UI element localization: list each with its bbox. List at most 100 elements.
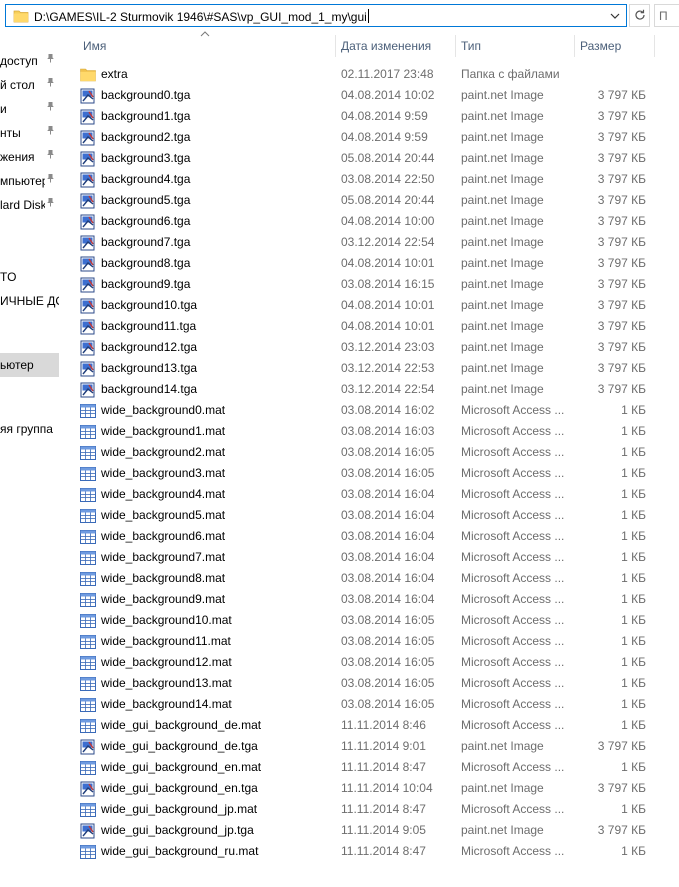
- file-row[interactable]: wide_background11.mat 03.08.2014 16:05 Mic…: [64, 631, 679, 652]
- nav-item[interactable]: и: [0, 97, 59, 121]
- pin-icon[interactable]: [45, 97, 56, 121]
- file-date: 03.08.2014 22:50: [341, 172, 435, 186]
- chevron-down-icon[interactable]: [604, 5, 626, 26]
- file-row[interactable]: wide_gui_background_jp.tga 11.11.2014 9:0…: [64, 820, 679, 841]
- file-row[interactable]: background6.tga 04.08.2014 10:00 paint.net…: [64, 211, 679, 232]
- nav-item[interactable]: жения: [0, 145, 59, 169]
- file-size: 3 797 КБ: [597, 235, 646, 249]
- refresh-button[interactable]: [629, 4, 650, 27]
- nav-item[interactable]: й стол: [0, 73, 59, 97]
- nav-item[interactable]: lard Disk: [0, 193, 59, 217]
- nav-item[interactable]: доступ: [0, 49, 59, 73]
- file-size: 1 КБ: [621, 718, 646, 732]
- nav-item[interactable]: мпьютер: [0, 169, 59, 193]
- file-row[interactable]: background2.tga 04.08.2014 9:59 paint.net …: [64, 127, 679, 148]
- file-row[interactable]: wide_gui_background_de.tga 11.11.2014 9:0…: [64, 736, 679, 757]
- nav-item[interactable]: ьютер: [0, 353, 59, 377]
- table-file-icon: [80, 421, 98, 442]
- nav-item[interactable]: [0, 217, 59, 241]
- column-header-date[interactable]: Дата изменения: [335, 35, 455, 57]
- pin-icon[interactable]: [45, 145, 56, 169]
- file-row[interactable]: wide_background12.mat 03.08.2014 16:05 Mic…: [64, 652, 679, 673]
- file-type: Microsoft Access ...: [461, 844, 565, 858]
- file-row[interactable]: wide_gui_background_en.mat 11.11.2014 8:4…: [64, 757, 679, 778]
- file-size: 3 797 КБ: [597, 823, 646, 837]
- file-row[interactable]: wide_gui_background_ru.mat 11.11.2014 8:4…: [64, 841, 679, 862]
- file-date: 11.11.2014 8:46: [341, 718, 426, 732]
- file-type: paint.net Image: [461, 214, 544, 228]
- file-row[interactable]: background11.tga 04.08.2014 10:01 paint.ne…: [64, 316, 679, 337]
- file-type: Папка с файлами: [461, 67, 560, 81]
- file-row[interactable]: wide_gui_background_de.mat 11.11.2014 8:4…: [64, 715, 679, 736]
- file-type: paint.net Image: [461, 340, 544, 354]
- address-row: D:\GAMES\IL-2 Sturmovik 1946\#SAS\vp_GUI…: [0, 0, 679, 31]
- file-row[interactable]: wide_background6.mat 03.08.2014 16:04 Micr…: [64, 526, 679, 547]
- file-row[interactable]: wide_background2.mat 03.08.2014 16:05 Micr…: [64, 442, 679, 463]
- file-name: wide_background2.mat: [101, 445, 226, 459]
- file-row[interactable]: extra 02.11.2017 23:48 Папка с файлами: [64, 64, 679, 85]
- address-bar[interactable]: D:\GAMES\IL-2 Sturmovik 1946\#SAS\vp_GUI…: [5, 4, 627, 27]
- file-row[interactable]: wide_background8.mat 03.08.2014 16:04 Micr…: [64, 568, 679, 589]
- file-row[interactable]: background14.tga 03.12.2014 22:54 paint.ne…: [64, 379, 679, 400]
- nav-item[interactable]: нты: [0, 121, 59, 145]
- nav-item-label: ИЧНЫЕ ДО: [0, 294, 59, 308]
- file-row[interactable]: background3.tga 05.08.2014 20:44 paint.net…: [64, 148, 679, 169]
- nav-item[interactable]: TO: [0, 265, 59, 289]
- file-row[interactable]: wide_background5.mat 03.08.2014 16:04 Micr…: [64, 505, 679, 526]
- image-file-icon: [80, 274, 98, 295]
- file-row[interactable]: background13.tga 03.12.2014 22:53 paint.ne…: [64, 358, 679, 379]
- file-row[interactable]: wide_gui_background_jp.mat 11.11.2014 8:4…: [64, 799, 679, 820]
- file-date: 04.08.2014 9:59: [341, 109, 428, 123]
- file-date: 03.08.2014 16:04: [341, 550, 435, 564]
- nav-item[interactable]: [0, 377, 59, 401]
- file-type: Microsoft Access ...: [461, 802, 565, 816]
- nav-item[interactable]: яя группа: [0, 417, 59, 441]
- file-row[interactable]: wide_background13.mat 03.08.2014 16:05 Mic…: [64, 673, 679, 694]
- file-size: 1 КБ: [621, 802, 646, 816]
- pin-icon[interactable]: [45, 169, 56, 193]
- file-row[interactable]: background5.tga 05.08.2014 20:44 paint.net…: [64, 190, 679, 211]
- file-row[interactable]: wide_background9.mat 03.08.2014 16:04 Micr…: [64, 589, 679, 610]
- file-date: 03.08.2014 16:05: [341, 655, 435, 669]
- file-row[interactable]: wide_background3.mat 03.08.2014 16:05 Micr…: [64, 463, 679, 484]
- nav-item[interactable]: ИЧНЫЕ ДО: [0, 289, 59, 313]
- file-date: 03.08.2014 16:03: [341, 424, 435, 438]
- image-file-icon: [80, 232, 98, 253]
- file-row[interactable]: background7.tga 03.12.2014 22:54 paint.net…: [64, 232, 679, 253]
- file-row[interactable]: wide_background0.mat 03.08.2014 16:02 Micr…: [64, 400, 679, 421]
- pin-icon[interactable]: [45, 73, 56, 97]
- address-path[interactable]: D:\GAMES\IL-2 Sturmovik 1946\#SAS\vp_GUI…: [34, 9, 369, 24]
- file-type: Microsoft Access ...: [461, 424, 565, 438]
- file-row[interactable]: wide_background14.mat 03.08.2014 16:05 Mic…: [64, 694, 679, 715]
- file-size: 3 797 КБ: [597, 382, 646, 396]
- file-row[interactable]: wide_background1.mat 03.08.2014 16:03 Micr…: [64, 421, 679, 442]
- file-row[interactable]: background0.tga 04.08.2014 10:02 paint.net…: [64, 85, 679, 106]
- file-row[interactable]: wide_background7.mat 03.08.2014 16:04 Micr…: [64, 547, 679, 568]
- pin-icon[interactable]: [45, 121, 56, 145]
- pin-icon[interactable]: [45, 49, 56, 73]
- file-row[interactable]: wide_gui_background_en.tga 11.11.2014 10:…: [64, 778, 679, 799]
- file-row[interactable]: background10.tga 04.08.2014 10:01 paint.ne…: [64, 295, 679, 316]
- file-row[interactable]: wide_background10.mat 03.08.2014 16:05 Mic…: [64, 610, 679, 631]
- pin-icon[interactable]: [45, 193, 56, 217]
- folder-icon: [13, 8, 29, 24]
- file-row[interactable]: background8.tga 04.08.2014 10:01 paint.net…: [64, 253, 679, 274]
- file-row[interactable]: wide_background4.mat 03.08.2014 16:04 Micr…: [64, 484, 679, 505]
- column-header-type[interactable]: Тип: [455, 35, 574, 57]
- search-input[interactable]: П: [654, 4, 679, 27]
- file-row[interactable]: background12.tga 03.12.2014 23:03 paint.ne…: [64, 337, 679, 358]
- file-size: 3 797 КБ: [597, 361, 646, 375]
- file-row[interactable]: background1.tga 04.08.2014 9:59 paint.net …: [64, 106, 679, 127]
- nav-item[interactable]: [0, 313, 59, 337]
- column-divider[interactable]: [654, 35, 655, 57]
- file-type: Microsoft Access ...: [461, 592, 565, 606]
- file-name: wide_gui_background_jp.tga: [101, 823, 254, 837]
- column-header-size[interactable]: Размер: [574, 35, 654, 57]
- file-row[interactable]: background9.tga 03.08.2014 16:15 paint.net…: [64, 274, 679, 295]
- file-type: paint.net Image: [461, 88, 544, 102]
- column-header-name[interactable]: Имя: [77, 35, 335, 57]
- file-name: background11.tga: [101, 319, 197, 333]
- file-row[interactable]: background4.tga 03.08.2014 22:50 paint.net…: [64, 169, 679, 190]
- file-name: wide_background9.mat: [101, 592, 226, 606]
- file-name: wide_background10.mat: [101, 613, 232, 627]
